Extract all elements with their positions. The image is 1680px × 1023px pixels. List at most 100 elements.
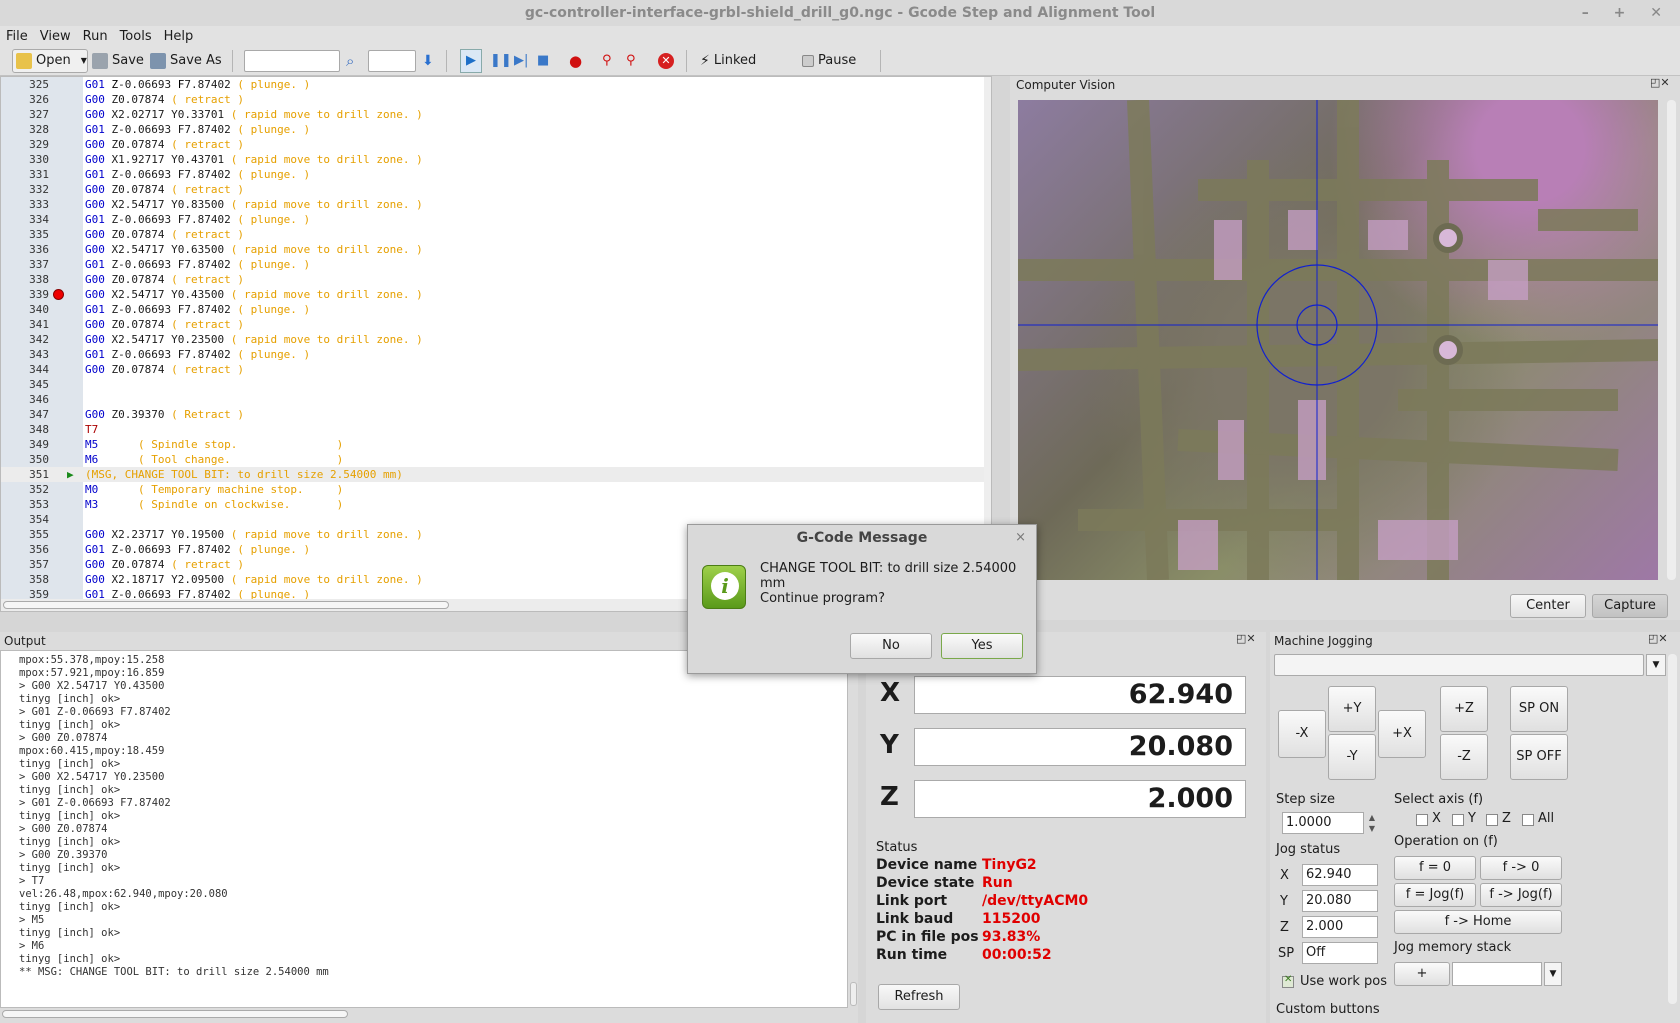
axis-z-checkbox[interactable]: [1486, 814, 1498, 826]
chevron-down-icon[interactable]: ▼: [1646, 654, 1666, 676]
no-button[interactable]: No: [850, 633, 932, 659]
code-line[interactable]: 332 G00 Z0.07874 ( retract ): [1, 182, 991, 197]
close-icon[interactable]: ×: [1015, 525, 1026, 551]
code-line[interactable]: 349 M5 ( Spindle stop. ): [1, 437, 991, 452]
stop-icon[interactable]: ■: [537, 49, 549, 73]
breakpoint-marker-icon[interactable]: [53, 289, 64, 300]
spindle-on-button[interactable]: SP ON: [1510, 686, 1568, 732]
jog-vertical-scrollbar[interactable]: [1668, 654, 1677, 1004]
jog-minus-y-button[interactable]: -Y: [1328, 734, 1376, 780]
code-line[interactable]: 326 G00 Z0.07874 ( retract ): [1, 92, 991, 107]
menu-help[interactable]: Help: [158, 26, 200, 48]
f-to-jog-button[interactable]: f -> Jog(f): [1480, 883, 1562, 907]
goto-arrow-icon[interactable]: ⬇: [422, 49, 434, 73]
f-jog-button[interactable]: f = Jog(f): [1394, 883, 1476, 907]
run-icon[interactable]: ▶: [460, 49, 482, 73]
window-controls[interactable]: – + ✕: [1582, 0, 1672, 26]
code-line[interactable]: 327 G00 X2.02717 Y0.33701 ( rapid move to…: [1, 107, 991, 122]
abort-icon[interactable]: ✕: [658, 53, 674, 69]
info-icon: i: [702, 565, 746, 609]
jog-profile-select[interactable]: [1274, 654, 1644, 676]
code-line[interactable]: 331 G01 Z-0.06693 F7.87402 ( plunge. ): [1, 167, 991, 182]
code-line[interactable]: 336 G00 X2.54717 Y0.63500 ( rapid move to…: [1, 242, 991, 257]
code-line[interactable]: 348 T7: [1, 422, 991, 437]
code-line[interactable]: 333 G00 X2.54717 Y0.83500 ( rapid move to…: [1, 197, 991, 212]
code-line[interactable]: 328 G01 Z-0.06693 F7.87402 ( plunge. ): [1, 122, 991, 137]
goto-line-input[interactable]: [368, 50, 416, 72]
jog-plus-z-button[interactable]: +Z: [1440, 686, 1488, 732]
panel-float-close-icon[interactable]: ◰✕: [1650, 76, 1670, 89]
code-text: G01 Z-0.06693 F7.87402 ( plunge. ): [85, 167, 310, 182]
code-line[interactable]: 325 G01 Z-0.06693 F7.87402 ( plunge. ): [1, 77, 991, 92]
step-size-input[interactable]: 1.0000: [1282, 812, 1364, 834]
pin-icon[interactable]: ⚲: [602, 49, 612, 73]
panel-float-close-icon[interactable]: ◰✕: [1236, 632, 1256, 645]
code-line[interactable]: 346: [1, 392, 991, 407]
pause-button[interactable]: Pause: [802, 49, 856, 73]
open-button[interactable]: Open ▼: [12, 49, 88, 73]
capture-button[interactable]: Capture: [1592, 594, 1668, 618]
code-line[interactable]: 353 M3 ( Spindle on clockwise. ): [1, 497, 991, 512]
yes-button[interactable]: Yes: [941, 633, 1023, 659]
save-as-button[interactable]: Save As: [150, 49, 222, 73]
camera-view[interactable]: [1018, 100, 1658, 580]
code-line[interactable]: 337 G01 Z-0.06693 F7.87402 ( plunge. ): [1, 257, 991, 272]
pin-multi-icon[interactable]: ⚲: [626, 49, 636, 73]
step-spinner-icon[interactable]: ▲ ▼: [1366, 812, 1378, 834]
code-line[interactable]: 334 G01 Z-0.06693 F7.87402 ( plunge. ): [1, 212, 991, 227]
menu-file[interactable]: File: [0, 26, 34, 48]
code-line[interactable]: 335 G00 Z0.07874 ( retract ): [1, 227, 991, 242]
search-input[interactable]: [244, 50, 340, 72]
menu-run[interactable]: Run: [77, 26, 114, 48]
menu-tools[interactable]: Tools: [114, 26, 158, 48]
code-line[interactable]: 345: [1, 377, 991, 392]
code-line[interactable]: 344 G00 Z0.07874 ( retract ): [1, 362, 991, 377]
code-line[interactable]: 343 G01 Z-0.06693 F7.87402 ( plunge. ): [1, 347, 991, 362]
jog-minus-x-button[interactable]: -X: [1278, 710, 1326, 758]
code-line[interactable]: 329 G00 Z0.07874 ( retract ): [1, 137, 991, 152]
jog-plus-x-button[interactable]: +X: [1378, 710, 1426, 758]
code-line[interactable]: 352 M0 ( Temporary machine stop. ): [1, 482, 991, 497]
code-line[interactable]: 330 G00 X1.92717 Y0.43701 ( rapid move to…: [1, 152, 991, 167]
pause-icon: [802, 55, 814, 67]
refresh-button[interactable]: Refresh: [878, 984, 960, 1010]
output-horizontal-scrollbar[interactable]: [2, 1010, 348, 1018]
search-icon[interactable]: ⌕: [346, 49, 354, 73]
f-to-zero-button[interactable]: f -> 0: [1480, 856, 1562, 880]
output-console[interactable]: mpox:55.378,mpoy:15.258 mpox:57.921,mpoy:…: [0, 650, 848, 1008]
panel-float-close-icon[interactable]: ◰✕: [1648, 632, 1668, 645]
axis-y-checkbox[interactable]: [1452, 814, 1464, 826]
code-token: ( plunge. ): [237, 348, 311, 361]
output-vertical-scrollbar[interactable]: [850, 982, 857, 1006]
breakpoint-icon[interactable]: ●: [569, 49, 582, 73]
code-line[interactable]: 347 G00 Z0.39370 ( Retract ): [1, 407, 991, 422]
linked-button[interactable]: ⚡ Linked: [700, 49, 756, 73]
jog-plus-y-button[interactable]: +Y: [1328, 686, 1376, 732]
code-line[interactable]: 341 G00 Z0.07874 ( retract ): [1, 317, 991, 332]
jog-minus-z-button[interactable]: -Z: [1440, 734, 1488, 780]
cv-vertical-scrollbar[interactable]: [1667, 100, 1676, 580]
code-line[interactable]: 338 G00 Z0.07874 ( retract ): [1, 272, 991, 287]
axis-all-checkbox[interactable]: [1522, 814, 1534, 826]
axis-x-checkbox[interactable]: [1416, 814, 1428, 826]
code-line[interactable]: 350 M6 ( Tool change. ): [1, 452, 991, 467]
jog-memory-add-button[interactable]: +: [1394, 962, 1450, 986]
menu-view[interactable]: View: [34, 26, 77, 48]
chevron-down-icon[interactable]: ▼: [81, 49, 87, 73]
f-zero-button[interactable]: f = 0: [1394, 856, 1476, 880]
chevron-down-icon[interactable]: ▼: [1544, 962, 1562, 986]
center-button[interactable]: Center: [1510, 594, 1586, 618]
step-pause-icon[interactable]: ❚❚: [490, 49, 512, 73]
step-icon[interactable]: ▶|: [514, 49, 528, 73]
save-as-label: Save As: [170, 53, 222, 68]
code-line[interactable]: 339 G00 X2.54717 Y0.43500 ( rapid move to…: [1, 287, 991, 302]
jog-memory-select[interactable]: [1452, 962, 1542, 986]
use-work-pos-checkbox[interactable]: ✕: [1282, 974, 1294, 988]
save-button[interactable]: Save: [92, 49, 144, 73]
f-to-home-button[interactable]: f -> Home: [1394, 910, 1562, 934]
spindle-off-button[interactable]: SP OFF: [1510, 734, 1568, 780]
code-line[interactable]: 340 G01 Z-0.06693 F7.87402 ( plunge. ): [1, 302, 991, 317]
code-line[interactable]: 351 ▶ (MSG, CHANGE TOOL BIT: to drill size…: [1, 467, 991, 482]
scrollbar-thumb[interactable]: [3, 601, 449, 609]
code-line[interactable]: 342 G00 X2.54717 Y0.23500 ( rapid move to…: [1, 332, 991, 347]
